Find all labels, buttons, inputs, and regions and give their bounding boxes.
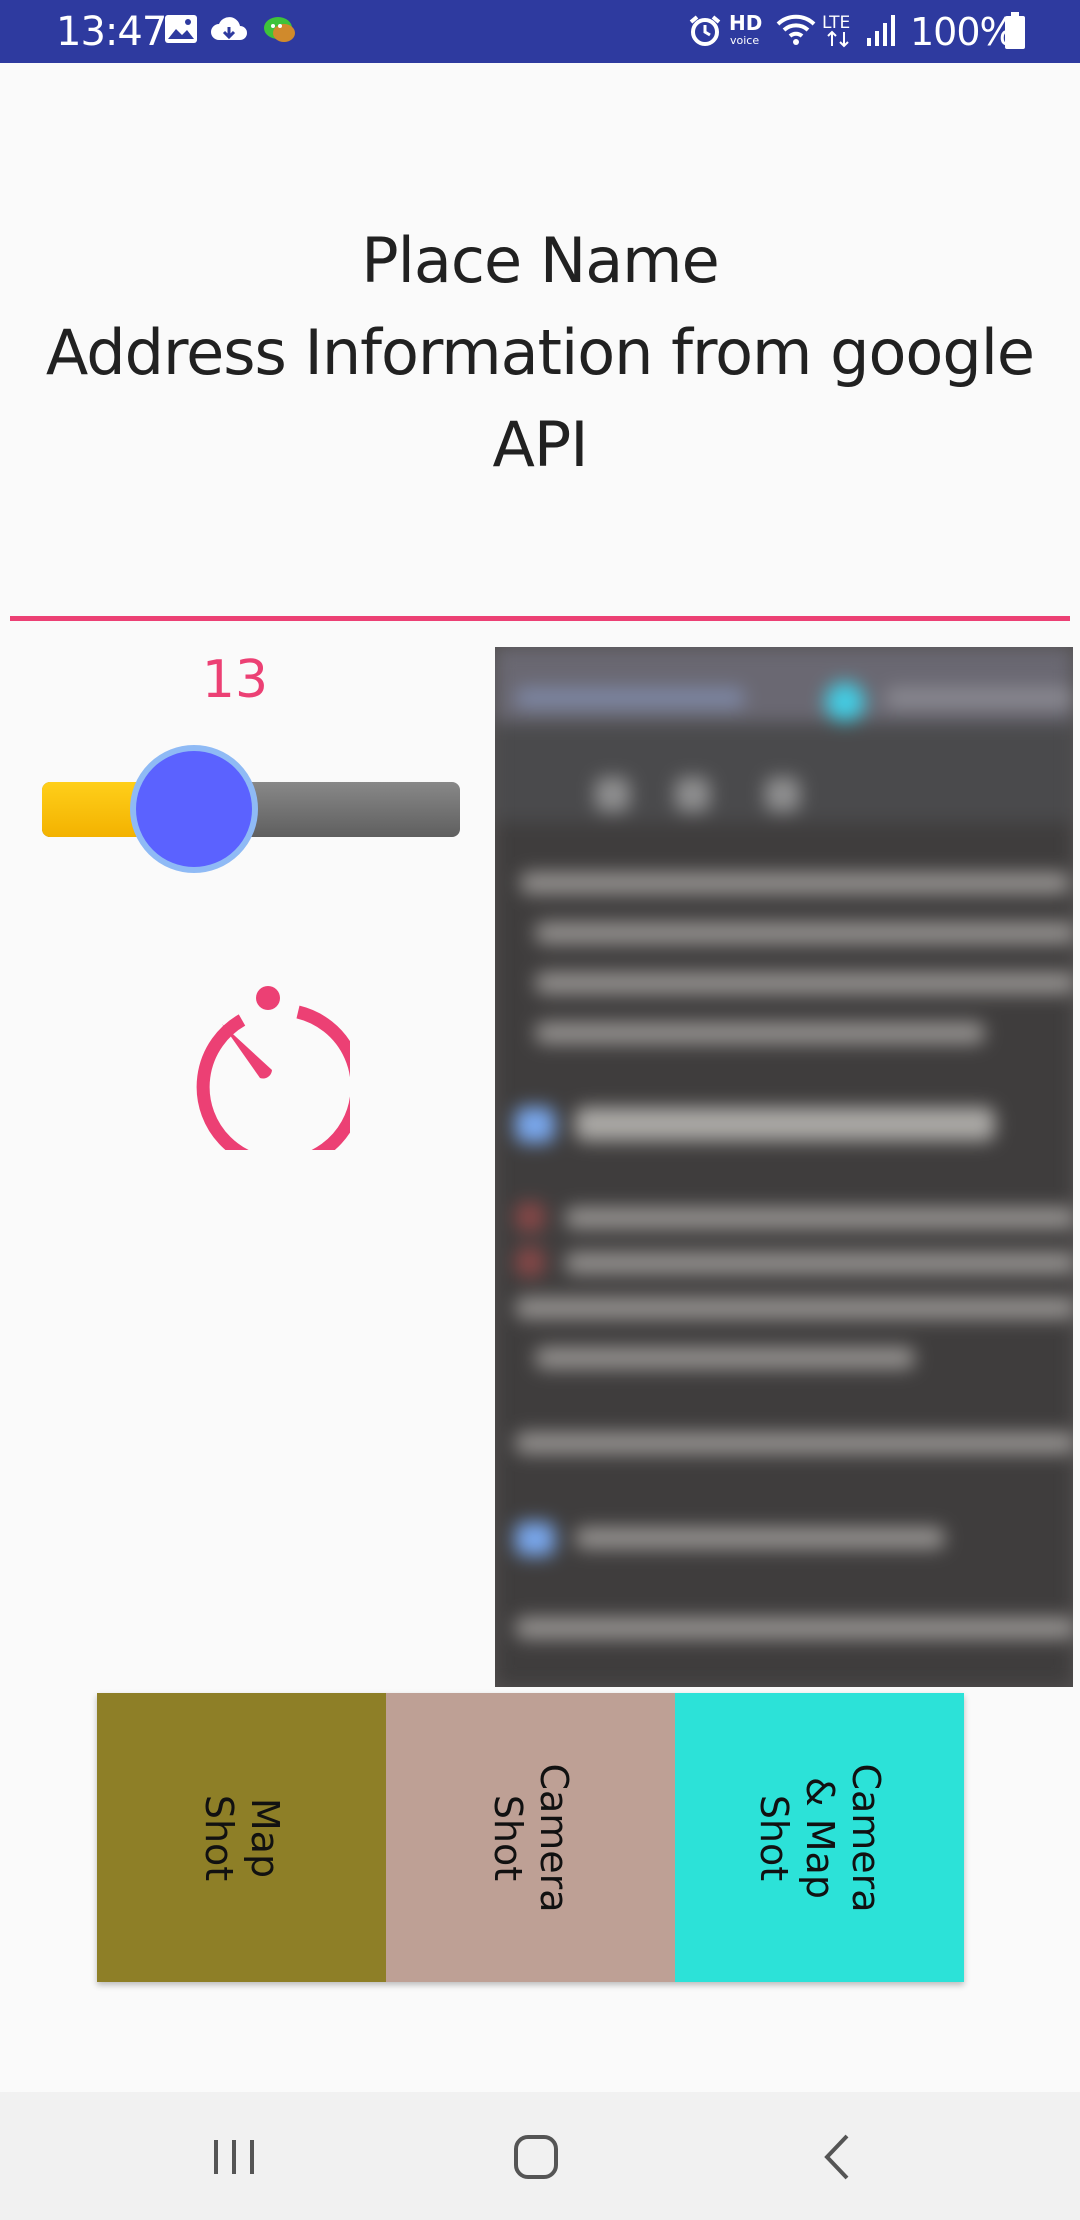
status-time: 13:47 [56,9,167,55]
camera-preview [495,647,1073,1687]
signal-icon [866,14,896,52]
recents-icon[interactable] [189,2112,279,2202]
navigation-bar [0,2092,1080,2220]
alarm-icon [688,14,722,52]
place-name: Place Name [361,224,719,297]
timer-slider[interactable] [42,740,460,880]
shot-buttons: Map Shot Camera Shot Camera & Map Shot [97,1693,964,1982]
camera-shot-button[interactable]: Camera Shot [386,1693,675,1982]
address-line-1: Address Information from google [45,316,1035,389]
timer-icon[interactable] [180,980,364,1171]
slider-value-label: 13 [201,650,269,710]
chat-icon [262,14,298,50]
cloud-icon [210,14,248,48]
camera-map-shot-label: Camera & Map Shot [751,1762,888,1913]
camera-map-shot-button[interactable]: Camera & Map Shot [675,1693,964,1982]
map-shot-label: Map Shot [196,1794,287,1881]
battery-icon [1004,12,1026,54]
image-icon [164,14,198,48]
wifi-icon [776,12,816,50]
svg-text:LTE: LTE [822,13,850,33]
hd-voice-icon: HD voice [728,10,764,54]
svg-text:voice: voice [730,34,759,47]
back-icon[interactable] [793,2112,883,2202]
battery-percent: 100% [910,10,1016,54]
home-icon[interactable] [491,2112,581,2202]
camera-shot-label: Camera Shot [485,1762,576,1913]
svg-text:HD: HD [729,11,762,35]
lte-icon: LTE [822,10,860,54]
status-bar: 13:47 HD voice LTE 100% [0,0,1080,63]
address-line-2: API [492,408,588,481]
map-shot-button[interactable]: Map Shot [97,1693,386,1982]
blurred-preview-content [495,647,1073,1687]
place-header: Place Name Address Information from goog… [0,215,1080,491]
header-divider [10,616,1070,621]
slider-thumb[interactable] [130,745,258,873]
